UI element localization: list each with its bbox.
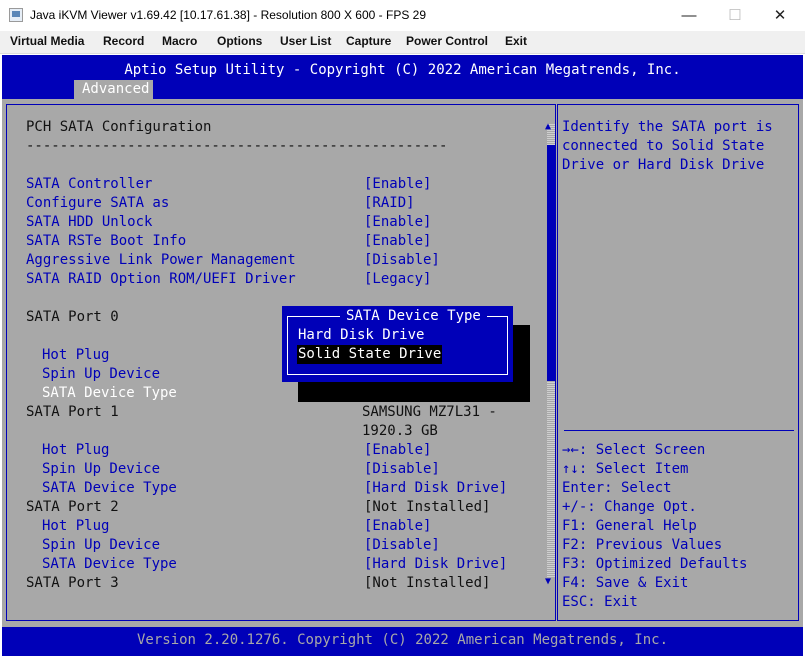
- menu-power-control[interactable]: Power Control: [406, 34, 488, 48]
- menu-record[interactable]: Record: [103, 34, 144, 48]
- scrollbar-thumb[interactable]: [547, 145, 555, 381]
- popup-option-hard-disk-drive[interactable]: Hard Disk Drive: [298, 326, 424, 345]
- port1-drive-model: SAMSUNG MZ7L31 -: [362, 404, 497, 420]
- setting-configure-sata[interactable]: Configure SATA as: [26, 194, 169, 213]
- java-app-icon: [9, 8, 23, 22]
- help-line-2: connected to Solid State: [562, 138, 765, 154]
- port2-hot-plug[interactable]: Hot Plug: [42, 517, 109, 536]
- setting-rste-boot-info[interactable]: SATA RSTe Boot Info: [26, 232, 186, 251]
- bios-footer-text: Version 2.20.1276. Copyright (C) 2022 Am…: [136, 632, 668, 648]
- key-hint-save-exit: F4: Save & Exit: [562, 575, 689, 591]
- menu-exit[interactable]: Exit: [505, 34, 527, 48]
- port2-hot-plug-value[interactable]: [Enable]: [364, 517, 431, 536]
- tab-advanced[interactable]: Advanced: [74, 80, 153, 99]
- scroll-up-arrow-icon[interactable]: ▲: [545, 122, 551, 132]
- key-hint-previous-values: F2: Previous Values: [562, 537, 723, 553]
- maximize-button[interactable]: ☐: [712, 2, 758, 29]
- menu-virtual-media[interactable]: Virtual Media: [10, 34, 84, 48]
- close-button[interactable]: ✕: [757, 2, 803, 29]
- port1-hot-plug-value[interactable]: [Enable]: [364, 441, 431, 460]
- title-separator: ----------------------------------------…: [26, 138, 448, 154]
- menu-capture[interactable]: Capture: [346, 34, 391, 48]
- setting-configure-sata-value[interactable]: [RAID]: [364, 194, 415, 213]
- port2-spin-up[interactable]: Spin Up Device: [42, 536, 160, 555]
- key-hint-optimized-defaults: F3: Optimized Defaults: [562, 556, 748, 572]
- key-hint-esc-exit: ESC: Exit: [562, 594, 638, 610]
- bios-footer: Version 2.20.1276. Copyright (C) 2022 Am…: [2, 627, 803, 656]
- setting-raid-option-rom[interactable]: SATA RAID Option ROM/UEFI Driver: [26, 270, 296, 289]
- setting-raid-option-rom-value[interactable]: [Legacy]: [364, 270, 431, 289]
- port1-spin-up-value[interactable]: [Disable]: [364, 460, 440, 479]
- port2-status: [Not Installed]: [364, 499, 491, 515]
- port1-spin-up[interactable]: Spin Up Device: [42, 460, 160, 479]
- bios-header-title: Aptio Setup Utility - Copyright (C) 2022…: [124, 62, 681, 78]
- menu-user-list[interactable]: User List: [280, 34, 331, 48]
- window-titlebar: Java iKVM Viewer v1.69.42 [10.17.61.38] …: [0, 0, 805, 31]
- minimize-button[interactable]: —: [666, 2, 712, 29]
- device-type-popup: SATA Device Type Hard Disk Drive Solid S…: [282, 306, 513, 382]
- popup-title: SATA Device Type: [340, 307, 487, 326]
- bios-header: Aptio Setup Utility - Copyright (C) 2022…: [2, 55, 803, 99]
- port2-spin-up-value[interactable]: [Disable]: [364, 536, 440, 555]
- port1-label: SATA Port 1: [26, 404, 119, 420]
- port1-device-type[interactable]: SATA Device Type: [42, 479, 177, 498]
- port0-spin-up[interactable]: Spin Up Device: [42, 365, 160, 384]
- port0-device-type[interactable]: SATA Device Type: [42, 384, 177, 403]
- menu-macro[interactable]: Macro: [162, 34, 197, 48]
- help-divider: [564, 430, 794, 431]
- key-hint-general-help: F1: General Help: [562, 518, 697, 534]
- port0-hot-plug[interactable]: Hot Plug: [42, 346, 109, 365]
- setting-sata-controller-value[interactable]: [Enable]: [364, 175, 431, 194]
- setting-sata-controller[interactable]: SATA Controller: [26, 175, 152, 194]
- setting-alpm[interactable]: Aggressive Link Power Management: [26, 251, 296, 270]
- kvm-console-screen[interactable]: Aptio Setup Utility - Copyright (C) 2022…: [2, 55, 803, 656]
- setting-hdd-unlock-value[interactable]: [Enable]: [364, 213, 431, 232]
- port1-device-type-value[interactable]: [Hard Disk Drive]: [364, 479, 507, 498]
- port1-hot-plug[interactable]: Hot Plug: [42, 441, 109, 460]
- port3-label: SATA Port 3: [26, 575, 119, 591]
- port2-device-type-value[interactable]: [Hard Disk Drive]: [364, 555, 507, 574]
- menu-options[interactable]: Options: [217, 34, 262, 48]
- key-hint-change-opt: +/-: Change Opt.: [562, 499, 697, 515]
- menu-bar: Virtual Media Record Macro Options User …: [0, 31, 805, 54]
- help-line-1: Identify the SATA port is: [562, 119, 773, 135]
- setting-rste-boot-info-value[interactable]: [Enable]: [364, 232, 431, 251]
- port2-device-type[interactable]: SATA Device Type: [42, 555, 177, 574]
- port2-label: SATA Port 2: [26, 499, 119, 515]
- key-hint-select-screen: →←: Select Screen: [562, 442, 706, 458]
- page-title: PCH SATA Configuration: [26, 119, 212, 135]
- port3-status: [Not Installed]: [364, 575, 491, 591]
- key-hint-enter: Enter: Select: [562, 480, 672, 496]
- setting-hdd-unlock[interactable]: SATA HDD Unlock: [26, 213, 152, 232]
- scroll-down-arrow-icon[interactable]: ▼: [545, 577, 551, 587]
- port0-label: SATA Port 0: [26, 309, 119, 325]
- key-hint-select-item: ↑↓: Select Item: [562, 461, 689, 477]
- window-title: Java iKVM Viewer v1.69.42 [10.17.61.38] …: [30, 8, 427, 22]
- setting-alpm-value[interactable]: [Disable]: [364, 251, 440, 270]
- port1-drive-size: 1920.3 GB: [362, 423, 438, 439]
- help-line-3: Drive or Hard Disk Drive: [562, 157, 765, 173]
- popup-option-solid-state-drive[interactable]: Solid State Drive: [297, 345, 443, 364]
